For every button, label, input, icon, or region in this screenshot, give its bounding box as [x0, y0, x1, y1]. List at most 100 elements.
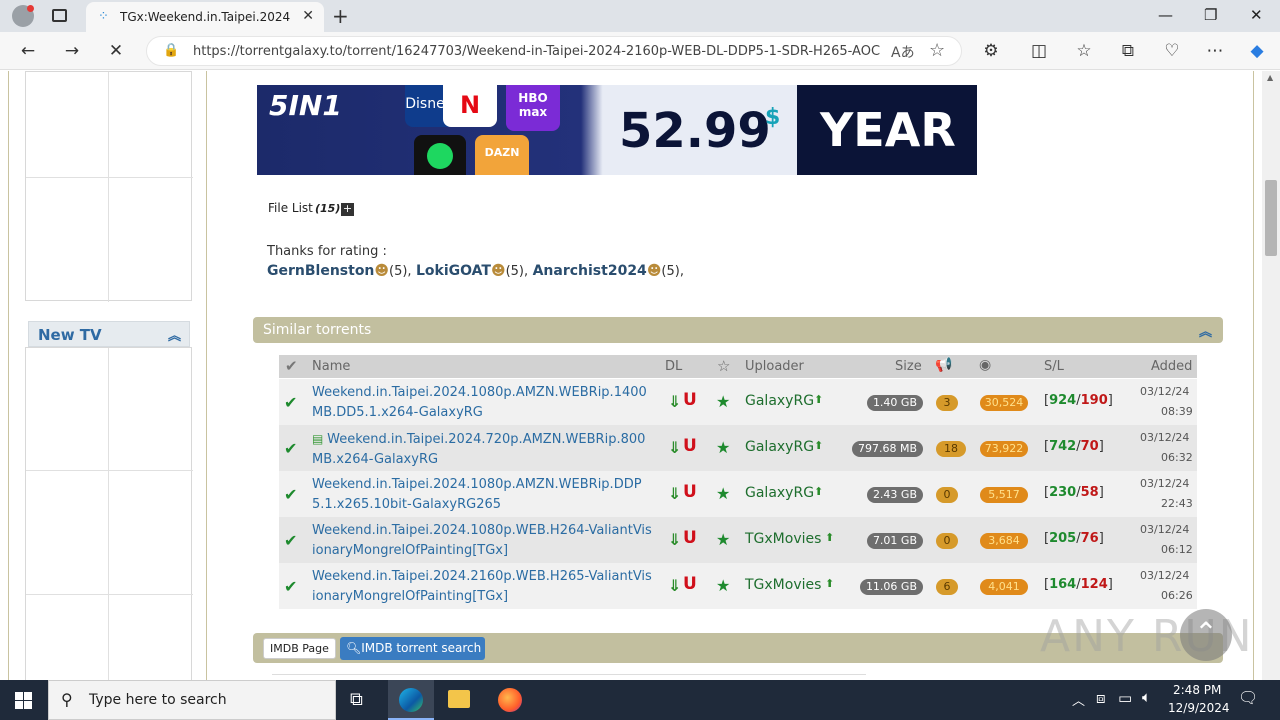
torrent-name-link[interactable]: Weekend.in.Taipei.2024.1080p.AMZN.WEBRip…	[312, 383, 652, 423]
check-column-icon: ✔	[285, 357, 298, 375]
column-added[interactable]: Added	[1151, 359, 1192, 374]
netflix-logo: N	[443, 85, 497, 127]
download-magnet-icon[interactable]: ⇓	[668, 392, 681, 411]
uploader-link[interactable]: TGxMovies	[745, 531, 821, 547]
imdb-search-button[interactable]: 🔍︎IMDB torrent search	[340, 637, 485, 660]
firefox-icon[interactable]	[498, 688, 522, 712]
copilot-icon[interactable]: ◆	[1246, 41, 1268, 61]
uploader-rank-icon: ⬆	[814, 439, 824, 452]
torrent-name-link[interactable]: Weekend.in.Taipei.2024.2160p.WEB.H265-Va…	[312, 567, 652, 607]
comments-badge: 6	[936, 579, 958, 595]
scrollbar-thumb[interactable]	[1265, 180, 1277, 256]
edge-taskbar-icon[interactable]	[388, 680, 434, 720]
close-window-icon[interactable]: ✕	[1250, 6, 1263, 24]
magnet-u-icon[interactable]: U	[683, 528, 697, 548]
file-list-expand-button[interactable]: +	[341, 203, 354, 216]
rating-star-icon: ★	[716, 576, 731, 595]
read-aloud-icon[interactable]: Aあ	[891, 42, 915, 62]
site-favicon: ⁘	[98, 9, 109, 24]
forward-icon[interactable]: →	[61, 41, 83, 61]
active-tab[interactable]: ⁘ TGx:Weekend.in.Taipei.2024.2160p ✕	[86, 2, 324, 32]
column-name[interactable]: Name	[312, 359, 350, 374]
clock-date[interactable]: 12/9/2024	[1168, 701, 1230, 715]
minimize-icon[interactable]: —	[1158, 6, 1173, 24]
leechers-count: 124	[1080, 577, 1108, 592]
magnet-u-icon[interactable]: U	[683, 436, 697, 456]
tab-actions-icon[interactable]	[52, 9, 67, 22]
tray-volume-icon[interactable]: 🔈︎	[1142, 688, 1151, 706]
uploader-link[interactable]: GalaxyRG	[745, 439, 814, 455]
dazn-logo: DAZN	[475, 135, 529, 175]
file-explorer-icon[interactable]	[448, 690, 470, 708]
download-magnet-icon[interactable]: ⇓	[668, 530, 681, 549]
tray-wifi-icon[interactable]: ▭	[1118, 689, 1132, 707]
sidebar-new-tv-header[interactable]: New TV ︽	[28, 321, 190, 347]
imdb-page-button[interactable]: IMDB Page	[263, 638, 336, 659]
magnet-u-icon[interactable]: U	[683, 482, 697, 502]
download-magnet-icon[interactable]: ⇓	[668, 484, 681, 503]
collapse-chevron-icon[interactable]: ︽	[1199, 321, 1212, 340]
bottom-divider	[272, 674, 866, 675]
performance-icon[interactable]: ♡	[1161, 41, 1183, 61]
torrent-name: Weekend.in.Taipei.2024.720p.AMZN.WEBRip.…	[312, 432, 646, 467]
magnet-u-icon[interactable]: U	[683, 574, 697, 594]
notification-icon[interactable]: 🗨︎	[1238, 688, 1258, 707]
rating-user-link[interactable]: LokiGOAT	[416, 263, 491, 279]
favorite-star-icon[interactable]: ☆	[929, 40, 945, 61]
download-magnet-icon[interactable]: ⇓	[668, 576, 681, 595]
lock-icon[interactable]: 🔒	[163, 43, 179, 58]
torrent-name-link[interactable]: ▤ Weekend.in.Taipei.2024.720p.AMZN.WEBRi…	[312, 429, 652, 470]
split-screen-icon[interactable]: ◫	[1028, 41, 1050, 61]
rating-user-link[interactable]: GernBlenston	[267, 263, 374, 279]
table-row[interactable]: ✔ Weekend.in.Taipei.2024.1080p.WEB.H264-V…	[279, 517, 1197, 563]
scroll-up-arrow-icon[interactable]: ▲	[1267, 73, 1273, 82]
column-uploader[interactable]: Uploader	[745, 359, 804, 374]
page-scrollbar[interactable]: ▲	[1262, 71, 1280, 680]
scroll-top-button[interactable]: ⌃	[1180, 609, 1232, 661]
new-tab-button[interactable]: +	[332, 4, 349, 28]
close-tab-icon[interactable]: ✕	[302, 8, 314, 24]
banner-badge: 5IN1	[269, 89, 342, 122]
start-button[interactable]	[15, 692, 32, 709]
clock-time[interactable]: 2:48 PM	[1173, 683, 1221, 697]
task-view-icon[interactable]: ⧉	[350, 689, 363, 710]
stop-loading-icon[interactable]: ✕	[105, 41, 127, 61]
torrent-name-link[interactable]: Weekend.in.Taipei.2024.1080p.WEB.H264-Va…	[312, 521, 652, 561]
profile-avatar[interactable]	[12, 5, 34, 27]
added-date: 03/12/24	[1140, 385, 1190, 398]
magnet-u-icon[interactable]: U	[683, 390, 697, 410]
column-seeders-leechers[interactable]: S/L	[1044, 359, 1064, 374]
user-badge-icon: ☻	[646, 263, 662, 279]
seeders-count: 924	[1049, 393, 1077, 408]
more-menu-icon[interactable]: ⋯	[1204, 41, 1226, 61]
uploader-link[interactable]: GalaxyRG	[745, 485, 814, 501]
collapse-chevron-icon[interactable]: ︽	[168, 325, 181, 344]
rating-score: (5),	[505, 264, 529, 279]
table-row[interactable]: ✔ Weekend.in.Taipei.2024.1080p.AMZN.WEBRi…	[279, 379, 1197, 425]
back-icon[interactable]: ←	[17, 41, 39, 61]
torrent-table-header: ✔ Name DL ☆ Uploader Size 📢 ◉ S/L Added	[279, 355, 1197, 378]
rating-user-link[interactable]: Anarchist2024	[533, 263, 647, 279]
table-row[interactable]: ✔ Weekend.in.Taipei.2024.1080p.AMZN.WEBRi…	[279, 471, 1197, 517]
uploader-link[interactable]: GalaxyRG	[745, 393, 814, 409]
column-size[interactable]: Size	[895, 359, 922, 374]
download-magnet-icon[interactable]: ⇓	[668, 438, 681, 457]
torrent-name-link[interactable]: Weekend.in.Taipei.2024.1080p.AMZN.WEBRip…	[312, 475, 652, 515]
size-badge: 11.06 GB	[859, 579, 923, 595]
ad-banner[interactable]: 5IN1 Disney+ N HBO max DAZN 52.99 $ YEAR	[257, 85, 977, 175]
uploader-link[interactable]: TGxMovies	[745, 577, 821, 593]
rating-users: GernBlenston☻(5), LokiGOAT☻(5), Anarchis…	[267, 263, 684, 279]
seeders-leechers: [205/76]	[1044, 531, 1104, 546]
verified-check-icon: ✔	[284, 393, 298, 412]
taskbar-search-box[interactable]: ⚲ Type here to search	[48, 680, 336, 720]
table-row[interactable]: ✔ ▤ Weekend.in.Taipei.2024.720p.AMZN.WEBR…	[279, 425, 1197, 471]
favorites-icon[interactable]: ☆	[1073, 41, 1095, 61]
address-bar[interactable]: 🔒 https://torrentgalaxy.to/torrent/16247…	[146, 36, 962, 66]
extensions-icon[interactable]: ⚙	[980, 41, 1002, 61]
table-row[interactable]: ✔ Weekend.in.Taipei.2024.2160p.WEB.H265-V…	[279, 563, 1197, 609]
similar-torrents-header[interactable]: Similar torrents ︽	[253, 317, 1223, 343]
collections-icon[interactable]: ⧉	[1117, 41, 1139, 61]
tray-network-icon[interactable]: ⧈	[1096, 689, 1106, 707]
tray-chevron-icon[interactable]: ︿	[1072, 690, 1085, 709]
restore-icon[interactable]: ❐	[1204, 6, 1217, 24]
